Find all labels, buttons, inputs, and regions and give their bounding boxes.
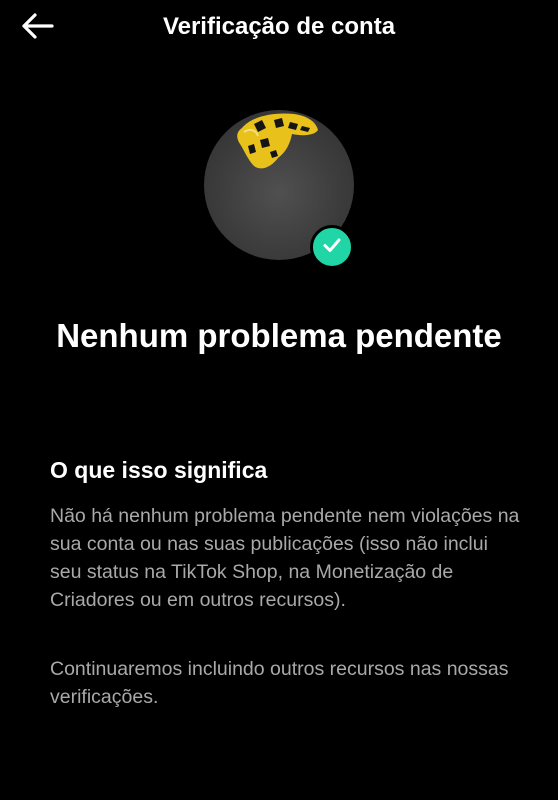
profile-avatar-container (204, 110, 354, 269)
info-paragraph-2: Continuaremos incluindo outros recursos … (50, 658, 509, 708)
section-heading: O que isso significa (50, 457, 268, 483)
top-bar: Verificação de conta (0, 0, 558, 56)
page-title: Verificação de conta (162, 13, 396, 40)
checkmark-icon (321, 234, 343, 261)
avatar-photo (237, 113, 318, 169)
info-paragraph-1: Não há nenhum problema pendente nem viol… (50, 505, 520, 611)
verified-badge (310, 225, 354, 269)
status-title: Nenhum problema pendente (56, 317, 502, 354)
